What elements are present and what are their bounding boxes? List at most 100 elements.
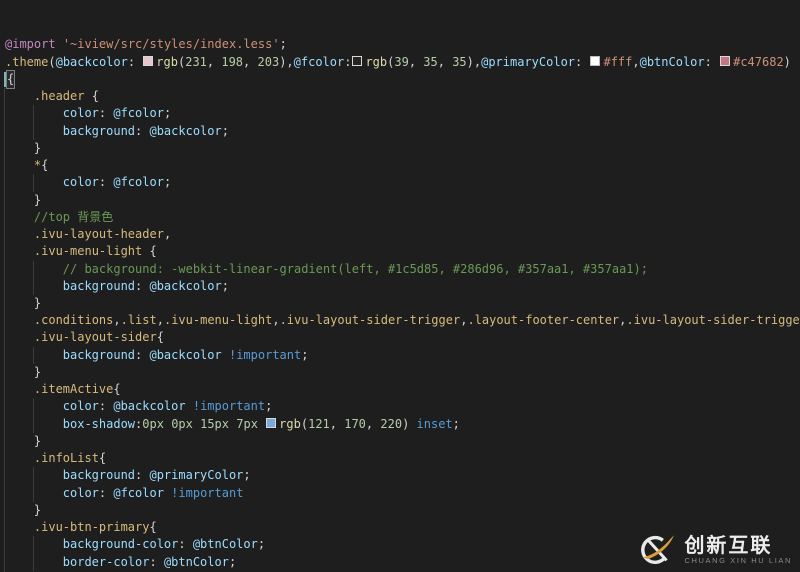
syntax-token: ; (228, 554, 237, 569)
indent-guide (4, 191, 34, 209)
syntax-token: : (575, 54, 590, 69)
code-line[interactable]: .header { (4, 88, 800, 106)
syntax-token: : (135, 123, 150, 138)
syntax-token: .ivu-menu-light (33, 244, 143, 259)
color-swatch[interactable] (143, 55, 154, 66)
code-line[interactable]: color: @backcolor !important; (4, 398, 800, 416)
syntax-token: .header (33, 89, 85, 104)
code-line[interactable]: color: @fcolor !important (4, 484, 800, 502)
color-swatch[interactable] (266, 417, 277, 428)
syntax-token: background (62, 347, 136, 362)
syntax-token: : (149, 554, 164, 569)
code-line[interactable]: } (4, 501, 800, 520)
syntax-token: 35 (452, 54, 467, 69)
syntax-token: : (98, 106, 114, 121)
code-line[interactable]: box-shadow:0px 0px 15px 7px rgb(121, 170… (4, 415, 800, 433)
code-line[interactable]: } (4, 432, 800, 451)
syntax-token: .ivu-layout-sider (33, 330, 157, 345)
syntax-token: { (84, 89, 99, 104)
code-line[interactable]: background: @primaryColor; (4, 467, 800, 485)
indent-guide (4, 157, 34, 175)
syntax-token (193, 416, 200, 433)
indent-guide (4, 312, 34, 330)
code-line[interactable]: color: @fcolor; (4, 174, 800, 192)
code-line[interactable]: .ivu-layout-sider{ (4, 329, 800, 347)
code-line[interactable]: } (4, 139, 800, 158)
code-line[interactable]: color: @fcolor; (4, 105, 800, 123)
syntax-token: background (62, 468, 136, 483)
syntax-token: , (156, 313, 164, 328)
color-swatch[interactable] (352, 55, 363, 66)
code-line[interactable]: @import '~iview/src/styles/index.less'; (5, 36, 800, 53)
code-line[interactable]: background: @backcolor; (4, 277, 800, 295)
syntax-token: ), (466, 54, 482, 69)
brand-subtitle: CHUANG XIN HU LIAN (684, 555, 792, 565)
syntax-token: ; (265, 399, 273, 414)
syntax-token: !important (171, 485, 244, 500)
code-line[interactable]: .theme(@backcolor: rgb(231, 198, 203),@f… (5, 54, 800, 71)
syntax-token: ; (221, 123, 229, 138)
code-line[interactable]: .infoList{ (4, 450, 800, 468)
indent-guide (4, 294, 34, 313)
code-line[interactable]: background: @backcolor; (4, 122, 800, 140)
syntax-token: : (704, 54, 720, 69)
indent-guide (4, 277, 34, 295)
indent-guide (4, 484, 34, 502)
syntax-token: , (619, 313, 627, 328)
syntax-token: @btnColor (639, 54, 705, 69)
syntax-token: 0px (171, 416, 193, 431)
code-line[interactable]: .itemActive{ (4, 381, 800, 399)
syntax-token: 121 (308, 416, 330, 431)
code-line[interactable]: *{ (4, 157, 800, 175)
indent-guide (4, 450, 34, 468)
indent-guide (4, 501, 34, 520)
syntax-token (56, 36, 63, 53)
syntax-token: rgb (279, 416, 301, 431)
syntax-token (258, 416, 265, 433)
syntax-token: box-shadow (62, 416, 136, 431)
indent-guide (4, 329, 34, 347)
code-line[interactable]: // background: -webkit-linear-gradient(l… (4, 260, 800, 278)
code-line[interactable]: } (4, 191, 800, 209)
syntax-token: ) (783, 54, 791, 69)
syntax-token: { (149, 520, 157, 535)
text-cursor (4, 71, 6, 87)
syntax-token: : (135, 347, 150, 362)
code-editor[interactable]: @import '~iview/src/styles/index.less';.… (0, 0, 800, 572)
syntax-token: } (33, 140, 42, 155)
code-line[interactable]: { (4, 69, 800, 90)
code-line[interactable]: background: @backcolor !important; (4, 346, 800, 364)
color-swatch[interactable] (590, 55, 601, 66)
indent-guide (4, 122, 34, 140)
indent-guide (32, 174, 63, 192)
syntax-token: .ivu-layout-sider-trigger (626, 313, 800, 328)
syntax-token: ; (257, 537, 266, 552)
indent-guide (32, 105, 63, 123)
code-line[interactable]: //top 背景色 (4, 208, 800, 227)
syntax-token: , (163, 227, 172, 242)
syntax-token: .ivu-layout-sider-trigger (279, 313, 461, 328)
code-line[interactable]: } (4, 363, 800, 382)
code-line[interactable]: .ivu-menu-light { (4, 243, 800, 261)
syntax-token: , (206, 54, 222, 69)
syntax-token: , (243, 54, 258, 69)
syntax-token: ), (279, 54, 294, 69)
code-line[interactable]: .conditions,.list,.ivu-menu-light,.ivu-l… (4, 312, 800, 330)
syntax-token: 7px (236, 416, 258, 431)
syntax-token: @backcolor (55, 54, 128, 69)
syntax-token: rgb (365, 54, 388, 69)
syntax-token: : (98, 399, 114, 414)
code-line[interactable]: } (4, 294, 800, 313)
indent-guide (4, 88, 34, 106)
indent-guide (4, 467, 34, 485)
syntax-token: ) (402, 416, 417, 431)
syntax-token: { (156, 330, 164, 345)
color-swatch[interactable] (720, 55, 731, 66)
syntax-token: @backcolor (149, 347, 222, 362)
code-area[interactable]: @import '~iview/src/styles/index.less';.… (4, 36, 800, 572)
code-line[interactable]: .ivu-layout-header, (4, 226, 800, 244)
syntax-token: ; (163, 106, 172, 121)
syntax-token: : (135, 416, 143, 431)
syntax-token: } (33, 192, 42, 207)
syntax-token: .infoList (33, 451, 99, 466)
